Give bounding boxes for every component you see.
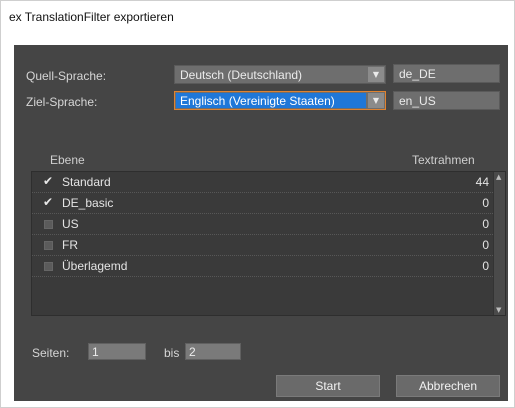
pages-to-label: bis (164, 346, 180, 360)
layer-count: 0 (482, 196, 489, 210)
pages-to-input[interactable]: 2 (185, 343, 241, 360)
checkmark-icon[interactable]: ✔ (43, 175, 55, 187)
layer-name: FR (62, 238, 78, 252)
source-code-value: de_DE (399, 67, 436, 81)
checkbox-empty-icon[interactable] (44, 241, 53, 250)
target-language-dropdown[interactable]: Englisch (Vereinigte Staaten) ▼ (174, 91, 386, 110)
scroll-up-icon[interactable]: ▲ (496, 173, 501, 181)
chevron-down-icon[interactable]: ▼ (368, 93, 384, 108)
cancel-button[interactable]: Abbrechen (396, 375, 500, 397)
start-button[interactable]: Start (276, 375, 380, 397)
column-header-frames[interactable]: Textrahmen (412, 153, 475, 167)
list-item[interactable]: ✔ Standard 44 (32, 172, 493, 193)
export-dialog: ex TranslationFilter exportieren Quell-S… (0, 0, 515, 408)
column-header-layer[interactable]: Ebene (50, 153, 85, 167)
layer-count: 0 (482, 238, 489, 252)
pages-to-value: 2 (189, 345, 196, 359)
scroll-down-icon[interactable]: ▼ (496, 306, 501, 314)
layer-list[interactable]: ✔ Standard 44 ✔ DE_basic 0 US 0 FR 0 Übe… (31, 171, 506, 316)
layer-name: Überlagemd (62, 259, 128, 273)
checkbox-empty-icon[interactable] (44, 262, 53, 271)
pages-from-value: 1 (92, 345, 99, 359)
layer-name: US (62, 217, 79, 231)
list-item[interactable]: ✔ DE_basic 0 (32, 193, 493, 214)
pages-from-input[interactable]: 1 (88, 343, 146, 360)
target-code-value: en_US (399, 94, 436, 108)
target-code-field[interactable]: en_US (393, 91, 500, 110)
source-code-field[interactable]: de_DE (393, 64, 500, 83)
checkbox-empty-icon[interactable] (44, 220, 53, 229)
window-title: ex TranslationFilter exportieren (9, 10, 174, 24)
list-scrollbar[interactable]: ▲ ▼ (493, 172, 505, 315)
title-bar: ex TranslationFilter exportieren (1, 1, 514, 43)
layer-name: DE_basic (62, 196, 114, 210)
target-language-label: Ziel-Sprache: (26, 95, 98, 109)
chevron-down-icon[interactable]: ▼ (368, 67, 384, 82)
layer-count: 44 (475, 175, 489, 189)
pages-label: Seiten: (32, 346, 70, 360)
layer-name: Standard (62, 175, 111, 189)
layer-count: 0 (482, 217, 489, 231)
layer-count: 0 (482, 259, 489, 273)
list-item[interactable]: Überlagemd 0 (32, 256, 493, 277)
checkmark-icon[interactable]: ✔ (43, 196, 55, 208)
source-language-label: Quell-Sprache: (26, 69, 107, 83)
list-item[interactable]: US 0 (32, 214, 493, 235)
source-language-dropdown[interactable]: Deutsch (Deutschland) ▼ (174, 65, 386, 84)
list-item[interactable]: FR 0 (32, 235, 493, 256)
source-language-value: Deutsch (Deutschland) (180, 68, 303, 82)
target-language-value: Englisch (Vereinigte Staaten) (180, 94, 335, 108)
